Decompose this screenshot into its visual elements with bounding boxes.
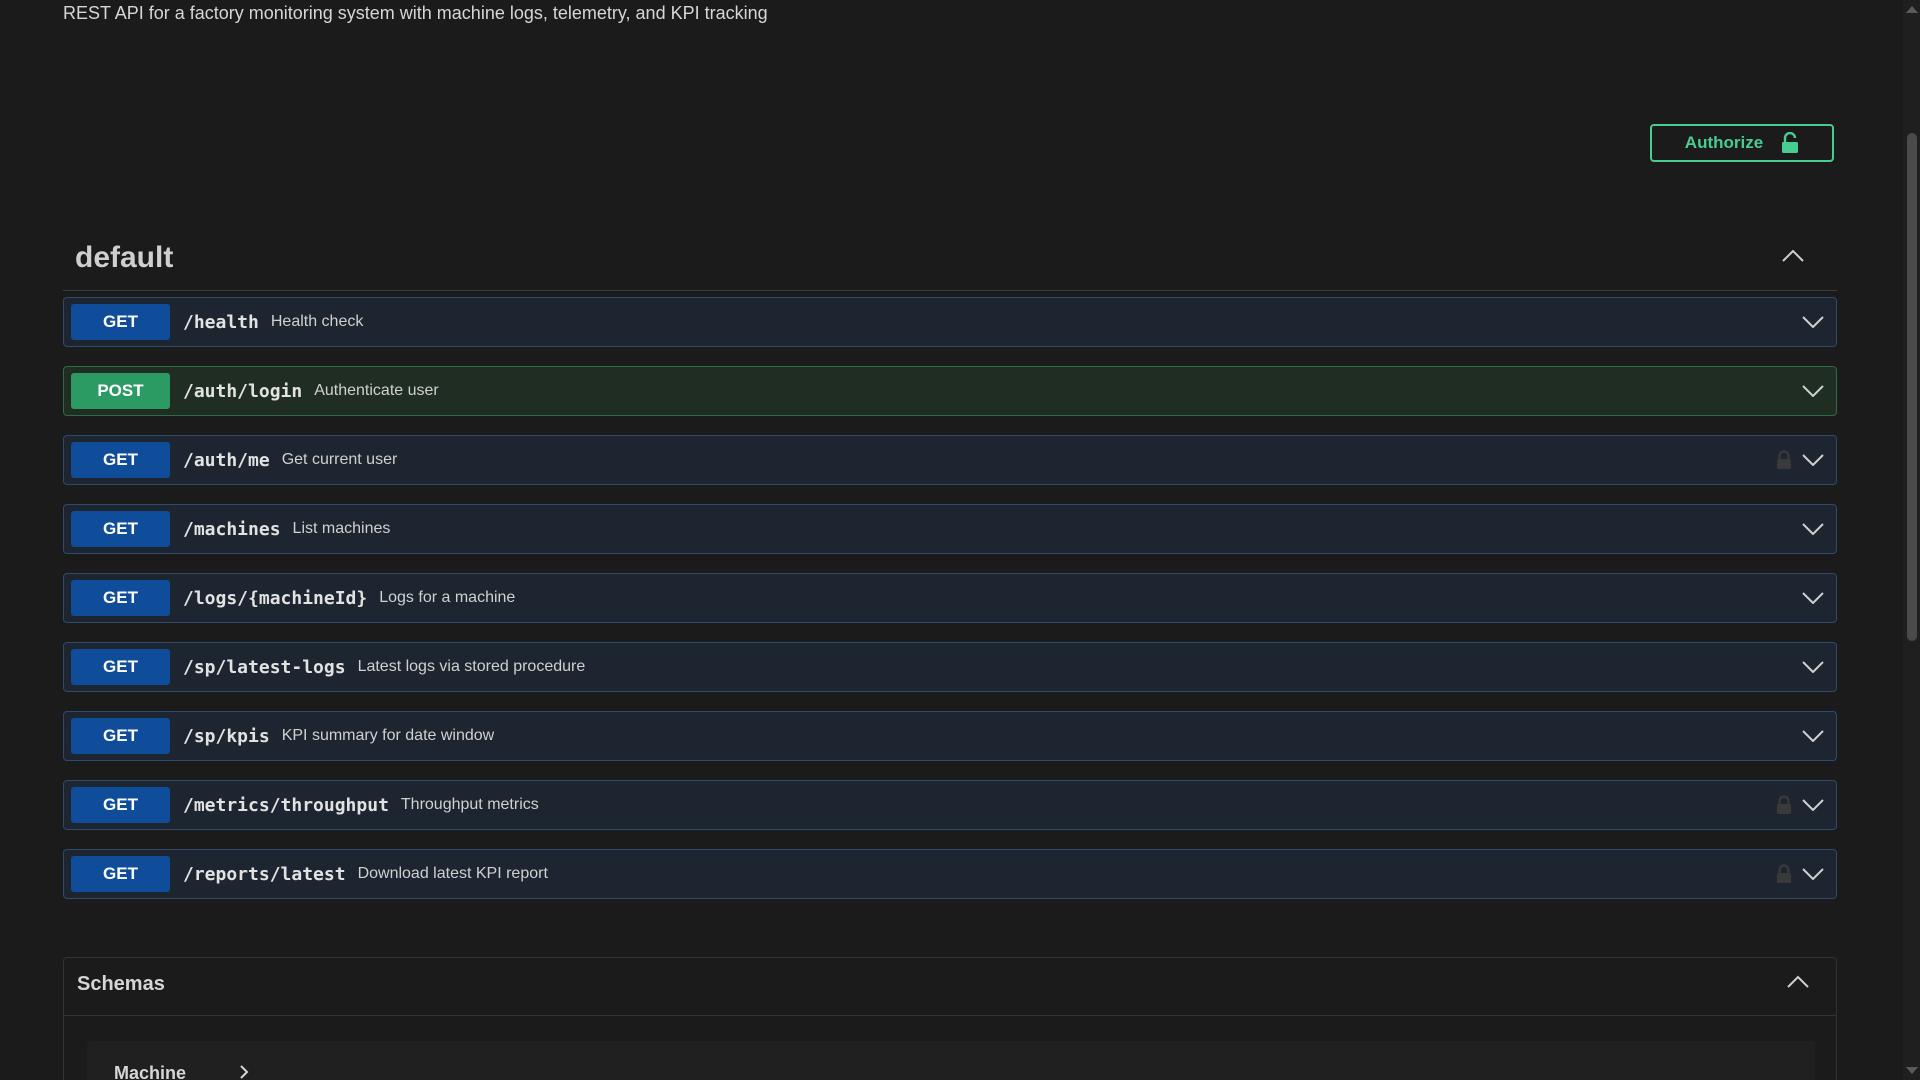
method-badge: GET — [71, 580, 170, 616]
schemas-section: Schemas Machine — [63, 957, 1837, 1080]
operation-summary: List machines — [292, 520, 391, 537]
operation-row[interactable]: GET /sp/latest-logs Latest logs via stor… — [63, 642, 1837, 692]
api-description: REST API for a factory monitoring system… — [63, 3, 768, 23]
operation-summary: Throughput metrics — [400, 796, 539, 813]
method-badge: GET — [71, 304, 170, 340]
lock-icon[interactable] — [1776, 795, 1792, 815]
lock-icon[interactable] — [1776, 864, 1792, 884]
chevron-down-icon[interactable] — [1802, 385, 1824, 397]
operation-summary: KPI summary for date window — [281, 727, 495, 744]
operation-row[interactable]: GET /logs/{machineId} Logs for a machine — [63, 573, 1837, 623]
operation-summary: Download latest KPI report — [357, 865, 548, 882]
model-name: Machine — [114, 1063, 187, 1080]
method-badge: GET — [71, 856, 170, 892]
operation-row[interactable]: GET /sp/kpis KPI summary for date window — [63, 711, 1837, 761]
operation-path: /auth/login — [183, 380, 303, 402]
scroll-up-arrow[interactable] — [1906, 6, 1918, 13]
chevron-up-icon[interactable] — [1786, 975, 1810, 989]
scroll-down-arrow[interactable] — [1906, 1067, 1918, 1074]
chevron-down-icon[interactable] — [1802, 799, 1824, 811]
chevron-down-icon[interactable] — [1802, 592, 1824, 604]
unlock-icon — [1782, 132, 1799, 153]
operation-row[interactable]: GET /auth/me Get current user — [63, 435, 1837, 485]
chevron-down-icon[interactable] — [1802, 316, 1824, 328]
operation-summary: Logs for a machine — [379, 589, 516, 606]
operation-summary: Health check — [270, 313, 364, 330]
schema-model-machine[interactable]: Machine — [87, 1041, 1815, 1080]
method-badge: GET — [71, 442, 170, 478]
operation-row[interactable]: GET /machines List machines — [63, 504, 1837, 554]
operation-path: /machines — [183, 518, 281, 540]
section-title: default — [75, 241, 174, 274]
chevron-up-icon[interactable] — [1781, 249, 1805, 263]
chevron-down-icon[interactable] — [1802, 454, 1824, 466]
authorize-label: Authorize — [1684, 133, 1764, 152]
operation-path: /health — [183, 311, 259, 333]
operation-summary: Authenticate user — [314, 382, 439, 399]
method-badge: GET — [71, 511, 170, 547]
lock-icon[interactable] — [1776, 450, 1792, 470]
method-badge: POST — [71, 373, 170, 409]
schemas-title: Schemas — [77, 973, 165, 995]
operations-list: GET /health Health check POST /auth/logi… — [63, 297, 1837, 918]
chevron-down-icon[interactable] — [1802, 523, 1824, 535]
authorize-button[interactable]: Authorize — [1650, 124, 1834, 162]
vertical-scrollbar[interactable] — [1903, 0, 1920, 1080]
section-default-header[interactable]: default — [63, 235, 1837, 291]
operation-summary: Latest logs via stored procedure — [357, 658, 586, 675]
chevron-down-icon[interactable] — [1802, 730, 1824, 742]
operation-summary: Get current user — [281, 451, 398, 468]
swagger-page: REST API for a factory monitoring system… — [0, 0, 1920, 1080]
operation-path: /sp/latest-logs — [183, 656, 346, 678]
operation-path: /reports/latest — [183, 863, 346, 885]
operation-row[interactable]: POST /auth/login Authenticate user — [63, 366, 1837, 416]
method-badge: GET — [71, 787, 170, 823]
operation-row[interactable]: GET /reports/latest Download latest KPI … — [63, 849, 1837, 899]
schemas-header[interactable]: Schemas — [64, 958, 1836, 1016]
scroll-thumb[interactable] — [1907, 133, 1917, 641]
operation-row[interactable]: GET /health Health check — [63, 297, 1837, 347]
chevron-down-icon[interactable] — [1802, 868, 1824, 880]
operation-path: /sp/kpis — [183, 725, 270, 747]
method-badge: GET — [71, 718, 170, 754]
chevron-right-icon[interactable] — [239, 1065, 249, 1079]
method-badge: GET — [71, 649, 170, 685]
operation-row[interactable]: GET /metrics/throughput Throughput metri… — [63, 780, 1837, 830]
operation-path: /metrics/throughput — [183, 794, 389, 816]
operation-path: /logs/{machineId} — [183, 587, 368, 609]
operation-path: /auth/me — [183, 449, 270, 471]
chevron-down-icon[interactable] — [1802, 661, 1824, 673]
